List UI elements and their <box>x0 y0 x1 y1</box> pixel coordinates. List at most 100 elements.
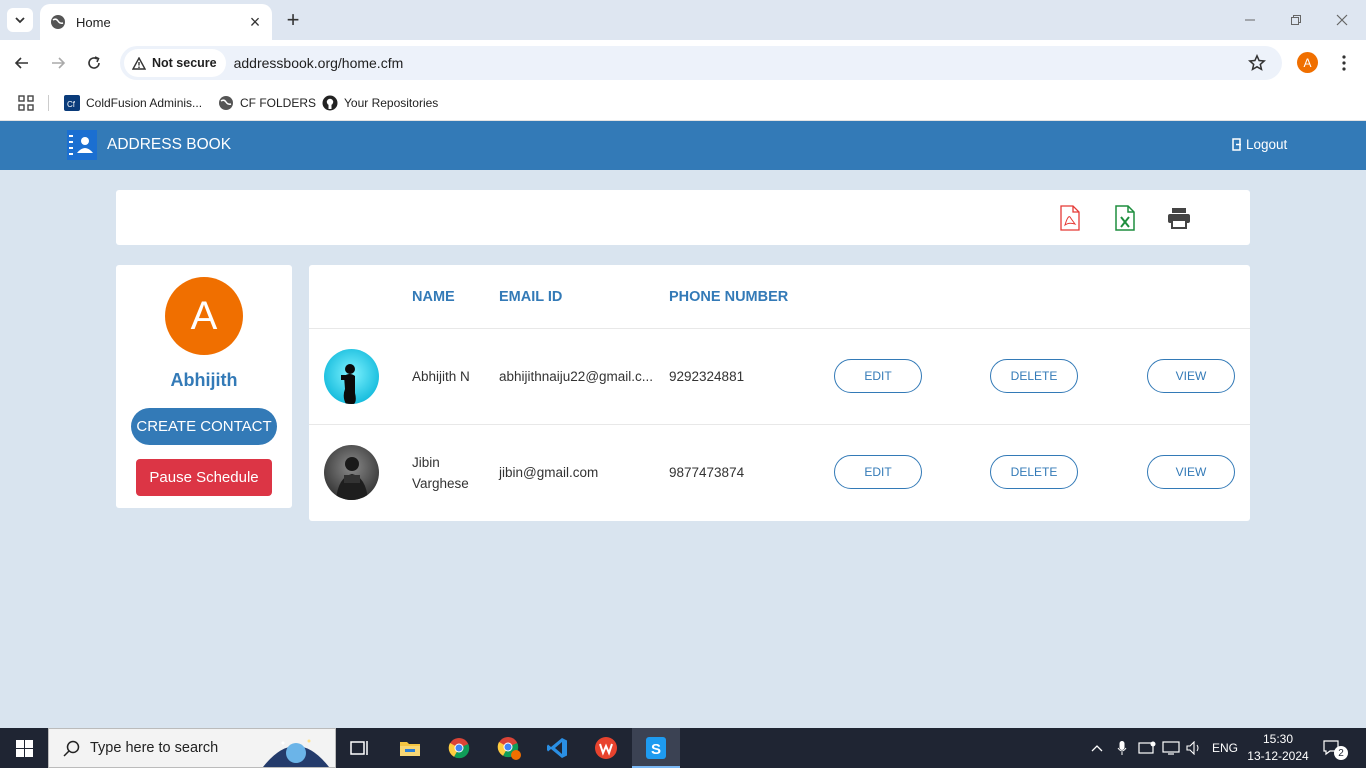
search-highlight-icon <box>263 739 329 767</box>
minimize-icon[interactable] <box>1238 8 1262 32</box>
contact-name: Abhijith N <box>412 369 470 384</box>
table-row: Abhijith N abhijithnaiju22@gmail.c... 92… <box>309 328 1250 424</box>
arrow-right-icon <box>52 57 66 69</box>
bookmark-label: CF FOLDERS <box>240 96 317 110</box>
tab-search-button[interactable] <box>7 8 33 32</box>
microphone-icon[interactable] <box>1117 728 1127 768</box>
security-chip[interactable]: Not secure <box>124 49 226 77</box>
profile-card: A Abhijith CREATE CONTACT Pause Schedule <box>116 265 292 508</box>
search-icon <box>63 740 80 757</box>
show-hidden-icons[interactable] <box>1091 728 1103 768</box>
pause-schedule-button[interactable]: Pause Schedule <box>136 459 272 496</box>
address-bar[interactable]: Not secure addressbook.org/home.cfm <box>120 46 1282 80</box>
user-name: Abhijith <box>170 370 238 390</box>
arrow-left-icon <box>14 57 28 69</box>
contact-email: jibin@gmail.com <box>499 465 599 480</box>
bookmark-repositories[interactable]: Your Repositories <box>322 91 438 115</box>
contact-phone: 9877473874 <box>669 465 745 480</box>
warning-icon <box>132 56 146 70</box>
app-header: ADDRESS BOOK Logout <box>0 121 1366 170</box>
taskbar: Type here to search S ENG 15:30 13-12-20… <box>0 728 1366 768</box>
forward-button[interactable] <box>45 50 71 76</box>
logout-label: Logout <box>1246 137 1288 152</box>
edit-button[interactable]: EDIT <box>834 455 922 489</box>
browser-toolbar: Not secure addressbook.org/home.cfm A <box>0 40 1366 85</box>
back-button[interactable] <box>9 50 35 76</box>
new-tab-button[interactable]: + <box>282 7 304 32</box>
file-explorer-icon[interactable] <box>386 728 434 768</box>
contacts-table: NAME EMAIL ID PHONE NUMBER Abhijith N ab… <box>309 265 1250 521</box>
notification-icon[interactable]: 2 <box>1322 728 1348 768</box>
brand-title: ADDRESS BOOK <box>107 136 232 153</box>
display-icon[interactable] <box>1138 728 1156 768</box>
chrome-icon[interactable] <box>435 728 483 768</box>
more-menu-icon[interactable] <box>1334 52 1354 74</box>
user-avatar: A <box>165 277 243 355</box>
close-tab-icon[interactable]: × <box>248 12 262 33</box>
volume-icon[interactable] <box>1186 728 1202 768</box>
chevron-down-icon <box>15 17 25 24</box>
contact-email: abhijithnaiju22@gmail.c... <box>499 369 654 384</box>
notification-count: 2 <box>1334 746 1348 760</box>
export-toolbar <box>116 190 1250 245</box>
skype-icon[interactable]: S <box>632 728 680 768</box>
bookmarks-bar: Cf ColdFusion Adminis... CF FOLDERS Your… <box>0 85 1366 121</box>
url-text: addressbook.org/home.cfm <box>233 55 404 71</box>
bookmark-cf-folders[interactable]: CF FOLDERS <box>218 91 316 115</box>
logout-icon <box>1232 138 1241 151</box>
contact-photo <box>324 445 379 500</box>
globe-icon <box>51 15 65 29</box>
network-icon[interactable] <box>1162 728 1180 768</box>
chrome-profile-icon[interactable] <box>485 728 533 768</box>
coldfusion-icon: Cf <box>64 95 80 111</box>
browser-tab-strip: Home × + <box>0 0 1366 40</box>
github-icon <box>322 95 338 111</box>
address-book-logo-icon <box>67 130 97 160</box>
print-icon[interactable] <box>1166 204 1192 232</box>
profile-avatar[interactable]: A <box>1297 52 1318 73</box>
create-contact-button[interactable]: CREATE CONTACT <box>131 408 277 445</box>
browser-tab[interactable]: Home × <box>40 4 272 40</box>
pdf-icon[interactable] <box>1057 204 1083 232</box>
svg-text:S: S <box>651 741 661 758</box>
bookmark-label: ColdFusion Adminis... <box>86 96 203 110</box>
delete-button[interactable]: DELETE <box>990 455 1078 489</box>
globe-icon <box>219 96 233 110</box>
language-indicator[interactable]: ENG <box>1212 728 1238 768</box>
clock-time: 15:30 <box>1262 732 1294 746</box>
view-button[interactable]: VIEW <box>1147 455 1235 489</box>
search-placeholder: Type here to search <box>90 740 219 756</box>
close-window-icon[interactable] <box>1330 8 1354 32</box>
column-header-email: EMAIL ID <box>499 289 563 305</box>
bookmarks-divider <box>48 95 49 111</box>
reload-icon <box>88 56 100 69</box>
security-label: Not secure <box>152 56 217 70</box>
brand[interactable]: ADDRESS BOOK <box>67 130 231 160</box>
tab-title: Home <box>76 14 111 30</box>
restore-icon[interactable] <box>1284 8 1308 32</box>
clock[interactable]: 15:30 13-12-2024 <box>1247 728 1309 768</box>
excel-icon[interactable] <box>1112 204 1138 232</box>
logout-link[interactable]: Logout <box>1232 137 1287 152</box>
column-header-phone: PHONE NUMBER <box>669 289 789 305</box>
view-button[interactable]: VIEW <box>1147 359 1235 393</box>
task-view-icon[interactable] <box>336 728 384 768</box>
delete-button[interactable]: DELETE <box>990 359 1078 393</box>
contact-name: Jibin Varghese <box>412 455 469 491</box>
column-header-name: NAME <box>412 289 455 305</box>
bookmark-coldfusion[interactable]: Cf ColdFusion Adminis... <box>64 91 202 115</box>
apps-icon[interactable] <box>18 91 34 115</box>
vscode-icon[interactable] <box>533 728 581 768</box>
contact-phone: 9292324881 <box>669 369 745 384</box>
wps-office-icon[interactable] <box>582 728 630 768</box>
svg-text:Cf: Cf <box>67 100 76 109</box>
clock-date: 13-12-2024 <box>1247 749 1309 763</box>
contact-photo <box>324 349 379 404</box>
edit-button[interactable]: EDIT <box>834 359 922 393</box>
bookmark-label: Your Repositories <box>344 96 439 110</box>
bookmark-star-icon[interactable] <box>1247 53 1267 77</box>
reload-button[interactable] <box>81 50 107 76</box>
windows-start-icon[interactable] <box>0 728 48 768</box>
table-row: Jibin Varghese jibin@gmail.com 987747387… <box>309 424 1250 520</box>
taskbar-search[interactable]: Type here to search <box>48 728 336 768</box>
